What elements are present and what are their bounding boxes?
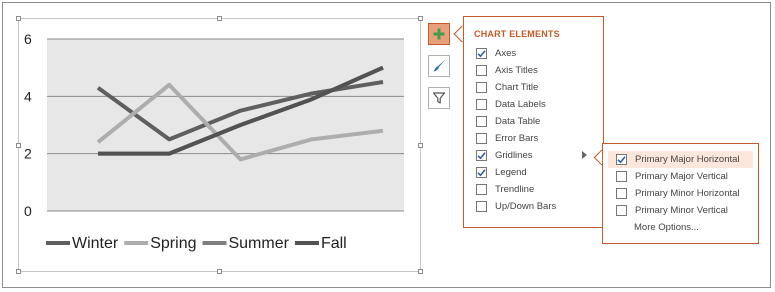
filter-icon bbox=[432, 92, 446, 104]
chart-element-data-table[interactable]: Data Table bbox=[476, 113, 601, 130]
resize-handle-top-center[interactable] bbox=[217, 16, 222, 21]
submenu-arrow-icon[interactable] bbox=[582, 151, 587, 159]
gridline-option-primary-minor-vertical[interactable]: Primary Minor Vertical bbox=[608, 202, 753, 219]
check-icon bbox=[617, 156, 626, 164]
checkbox[interactable] bbox=[476, 116, 487, 127]
checkbox[interactable] bbox=[476, 150, 487, 161]
checkbox-label: Axes bbox=[495, 48, 517, 59]
checkbox[interactable] bbox=[616, 154, 627, 165]
checkbox-label: Axis Titles bbox=[495, 65, 538, 76]
checkbox[interactable] bbox=[476, 167, 487, 178]
chart-element-chart-title[interactable]: Chart Title bbox=[476, 79, 601, 96]
gridline-option-primary-major-vertical[interactable]: Primary Major Vertical bbox=[608, 168, 753, 185]
chart-element-up-down-bars[interactable]: Up/Down Bars bbox=[476, 198, 601, 215]
chart-element-data-labels[interactable]: Data Labels bbox=[476, 96, 601, 113]
plus-icon bbox=[433, 28, 445, 40]
option-label: Primary Minor Vertical bbox=[635, 205, 728, 216]
check-icon bbox=[477, 50, 486, 58]
more-options-link[interactable]: More Options... bbox=[608, 219, 753, 236]
resize-handle-top-right[interactable] bbox=[418, 16, 423, 21]
resize-handle-middle-left[interactable] bbox=[16, 143, 21, 148]
checkbox[interactable] bbox=[476, 133, 487, 144]
chart-styles-button[interactable] bbox=[428, 55, 450, 77]
option-label: Primary Major Vertical bbox=[635, 171, 728, 182]
panel-title: CHART ELEMENTS bbox=[474, 29, 560, 39]
option-label: Primary Minor Horizontal bbox=[635, 188, 740, 199]
checkbox[interactable] bbox=[476, 65, 487, 76]
chart-element-error-bars[interactable]: Error Bars bbox=[476, 130, 601, 147]
chart-frame[interactable]: 0 2 4 6 Winter Spring Summer Fall bbox=[16, 16, 423, 274]
y-tick-label: 2 bbox=[24, 146, 32, 162]
line-chart: 0 2 4 6 Winter Spring Summer Fall bbox=[24, 31, 404, 252]
y-tick-label: 6 bbox=[24, 31, 32, 47]
check-icon bbox=[477, 152, 486, 160]
chart-element-legend[interactable]: Legend bbox=[476, 164, 601, 181]
resize-handle-middle-right[interactable] bbox=[418, 143, 423, 148]
gridlines-submenu: Primary Major Horizontal Primary Major V… bbox=[602, 143, 759, 244]
resize-handle-bottom-center[interactable] bbox=[217, 269, 222, 274]
y-tick-label: 0 bbox=[24, 203, 32, 219]
chart-element-trendline[interactable]: Trendline bbox=[476, 181, 601, 198]
resize-handle-top-left[interactable] bbox=[16, 16, 21, 21]
resize-handle-bottom-right[interactable] bbox=[418, 269, 423, 274]
chart-element-axes[interactable]: Axes bbox=[476, 45, 601, 62]
legend-label: Summer bbox=[228, 235, 289, 252]
chart-elements-button[interactable] bbox=[428, 23, 450, 45]
checkbox[interactable] bbox=[476, 82, 487, 93]
legend-label: Fall bbox=[321, 235, 347, 252]
gridline-option-primary-minor-horizontal[interactable]: Primary Minor Horizontal bbox=[608, 185, 753, 202]
brush-icon bbox=[433, 60, 445, 72]
checkbox-label: Gridlines bbox=[495, 150, 533, 161]
checkbox-label: Data Labels bbox=[495, 99, 546, 110]
chart-elements-list: Axes Axis Titles Chart Title Data Labels… bbox=[476, 45, 601, 215]
legend-label: Spring bbox=[150, 235, 196, 252]
checkbox[interactable] bbox=[616, 205, 627, 216]
y-tick-label: 4 bbox=[24, 88, 32, 104]
checkbox[interactable] bbox=[476, 99, 487, 110]
checkbox[interactable] bbox=[476, 184, 487, 195]
checkbox-label: Legend bbox=[495, 167, 527, 178]
chart-elements-panel: CHART ELEMENTS Axes Axis Titles Chart Ti… bbox=[463, 16, 604, 228]
checkbox-label: Chart Title bbox=[495, 82, 539, 93]
checkbox[interactable] bbox=[616, 188, 627, 199]
check-icon bbox=[477, 169, 486, 177]
plot-area bbox=[47, 39, 404, 211]
checkbox-label: Data Table bbox=[495, 116, 541, 127]
checkbox[interactable] bbox=[476, 48, 487, 59]
chart-element-gridlines[interactable]: Gridlines bbox=[476, 147, 601, 164]
chart-element-axis-titles[interactable]: Axis Titles bbox=[476, 62, 601, 79]
option-label: Primary Major Horizontal bbox=[635, 154, 740, 165]
checkbox[interactable] bbox=[616, 171, 627, 182]
resize-handle-bottom-left[interactable] bbox=[16, 269, 21, 274]
checkbox-label: Trendline bbox=[495, 184, 535, 195]
chart-filters-button[interactable] bbox=[428, 87, 450, 109]
gridlines-options-list: Primary Major Horizontal Primary Major V… bbox=[608, 151, 753, 236]
gridline-option-primary-major-horizontal[interactable]: Primary Major Horizontal bbox=[608, 151, 753, 168]
checkbox[interactable] bbox=[476, 201, 487, 212]
legend-label: Winter bbox=[72, 235, 119, 252]
checkbox-label: Up/Down Bars bbox=[495, 201, 557, 212]
checkbox-label: Error Bars bbox=[495, 133, 539, 144]
